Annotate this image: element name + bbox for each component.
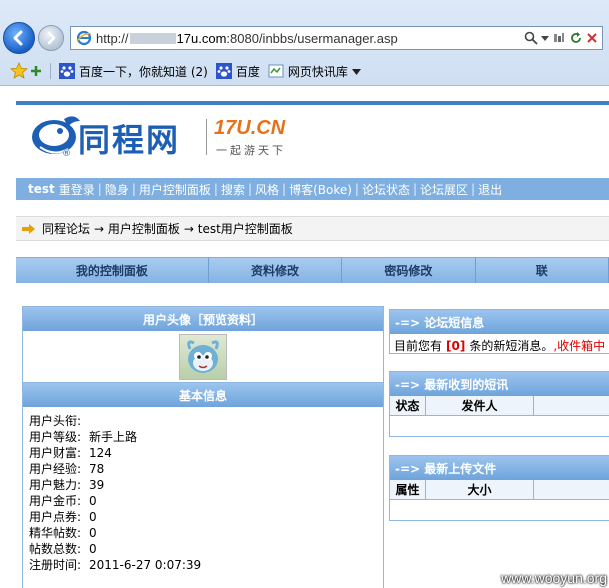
info-row: 用户等级: 新手上路 (29, 430, 138, 444)
address-bar[interactable]: http:// 17u.com:8080/inbbs/usermanager.as… (70, 26, 603, 50)
info-row: 注册时间: 2011-6-27 0:07:39 (29, 558, 202, 572)
uploaded-files-header: 属性 大小 (390, 480, 609, 500)
site-logo-en: 17U.CN (214, 117, 286, 139)
info-row: 用户财富: 124 (29, 446, 112, 460)
baidu-paw-icon (215, 63, 232, 79)
url-prefix: http:// (96, 30, 129, 46)
info-row: 用户金币: 0 (29, 494, 97, 508)
info-row: 用户魅力: 39 (29, 478, 105, 492)
menu-invisible[interactable]: 隐身 (105, 181, 129, 198)
site-slogan: 一起游天下 (216, 144, 286, 157)
avatar-container (23, 331, 383, 383)
control-panel-tabs: 我的控制面板 资料修改 密码修改 联 (16, 257, 609, 283)
breadcrumb-arrow-icon (22, 223, 35, 234)
baidu-paw-icon (59, 63, 75, 79)
sms-count: [0] (446, 339, 466, 353)
received-sms-title: -=> 最新收到的短讯 (390, 372, 609, 396)
col-attribute: 属性 (390, 480, 426, 499)
breadcrumb-forum[interactable]: 同程论坛 (42, 220, 90, 237)
avatar-panel-title[interactable]: 用户头像［预览资料］ (23, 307, 383, 331)
menu-control-panel[interactable]: 用户控制面板 (139, 181, 211, 198)
info-row: 精华帖数: 0 (29, 526, 97, 540)
info-row: 用户经验: 78 (29, 462, 105, 476)
menu-username: test (28, 182, 55, 196)
url-path: :8080/inbbs/usermanager.asp (226, 30, 398, 46)
favorite-label: 网页快讯库 (287, 64, 348, 79)
user-info-panel: 用户头像［预览资料］ 基本信息 用户头衔: 用户等级: 新手上路 用户财富: 124… (22, 306, 384, 588)
tab-edit-profile[interactable]: 资料修改 (208, 258, 343, 283)
url-host: 17u.com (176, 30, 227, 46)
site-logo-icon[interactable] (30, 111, 82, 157)
site-logo-cn: 同程网 (78, 121, 181, 159)
menu-blog[interactable]: 博客(Boke) (289, 181, 352, 198)
forum-sms-title: -=> 论坛短信息 (390, 310, 609, 334)
url-redacted (129, 32, 176, 44)
stop-icon[interactable] (586, 32, 598, 44)
col-sender: 发件人 (426, 396, 534, 415)
logo-divider (206, 119, 207, 155)
menu-forum-gallery[interactable]: 论坛展区 (420, 181, 468, 198)
chevron-down-icon[interactable] (351, 67, 361, 76)
received-sms-panel: -=> 最新收到的短讯 状态 发件人 (389, 371, 609, 437)
trademark: ® (62, 149, 71, 159)
basic-info-list: 用户头衔: 用户等级: 新手上路 用户财富: 124 用户经验: 78 用户魅力: 39… (23, 407, 383, 573)
menu-search[interactable]: 搜索 (221, 181, 245, 198)
basic-info-title: 基本信息 (23, 383, 383, 407)
favorite-web-slice-gallery[interactable]: 网页快讯库 (268, 63, 365, 80)
site-header: 同程网 ® 17U.CN 一起游天下 (16, 105, 609, 177)
avatar-cartoon-icon (187, 339, 219, 373)
arrow-left-icon (13, 30, 23, 46)
menu-forum-status[interactable]: 论坛状态 (362, 181, 410, 198)
favorite-label: 百度一下，你就知道 (2) (79, 64, 208, 79)
add-favorite-icon[interactable] (30, 65, 42, 77)
favorites-star-icon[interactable] (10, 62, 28, 80)
url-text: http:// 17u.com:8080/inbbs/usermanager.as… (96, 31, 398, 46)
info-row: 用户头衔: (29, 414, 82, 428)
received-sms-header: 状态 发件人 (390, 396, 609, 416)
ie-page-icon (76, 30, 92, 46)
favorite-baidu-search[interactable]: 百度一下，你就知道 (2) (59, 63, 208, 80)
favorite-label: 百度 (235, 64, 260, 79)
favorite-baidu[interactable]: 百度 (215, 63, 260, 80)
avatar (179, 333, 227, 380)
tab-change-password[interactable]: 密码修改 (342, 258, 476, 283)
col-status: 状态 (390, 396, 426, 415)
info-row: 帖数总数: 0 (29, 542, 97, 556)
watermark: www.wooyun.org (501, 570, 607, 586)
browser-chrome: http:// 17u.com:8080/inbbs/usermanager.as… (0, 0, 609, 86)
back-button[interactable] (3, 22, 35, 54)
forum-sms-panel: -=> 论坛短信息 目前您有 [0] 条的新短消息。,收件箱中 (389, 309, 609, 354)
sms-status: 目前您有 [0] 条的新短消息。,收件箱中 (394, 339, 606, 353)
menu-logout[interactable]: 退出 (478, 181, 502, 198)
uploaded-files-panel: -=> 最新上传文件 属性 大小 (389, 455, 609, 521)
search-icon[interactable] (524, 31, 538, 45)
menu-style[interactable]: 风格 (255, 181, 279, 198)
breadcrumb-control-panel[interactable]: → 用户控制面板 (94, 220, 180, 237)
tab-my-control-panel[interactable]: 我的控制面板 (16, 258, 209, 283)
dropdown-icon[interactable] (541, 34, 549, 42)
web-page: 同程网 ® 17U.CN 一起游天下 test 重登录 | 隐身 | 用户控制面板 |… (0, 87, 609, 588)
arrow-right-icon (47, 31, 56, 45)
favorites-bar: 百度一下，你就知道 (2) 百度 网页快讯库 (0, 58, 609, 84)
favorites-separator (50, 63, 51, 79)
compatibility-icon[interactable] (552, 31, 566, 45)
menu-relogin[interactable]: 重登录 (59, 181, 95, 198)
uploaded-files-title: -=> 最新上传文件 (390, 456, 609, 480)
breadcrumb: 同程论坛 → 用户控制面板 → test用户控制面板 (16, 216, 609, 241)
tab-contacts[interactable]: 联 (475, 258, 609, 283)
refresh-icon[interactable] (569, 31, 583, 45)
forum-menu-bar: test 重登录 | 隐身 | 用户控制面板 | 搜索 | 风格 | 博客(Boke) | … (16, 178, 609, 200)
web-slice-icon (268, 64, 284, 78)
inbox-link[interactable]: ,收件箱中 (553, 339, 605, 353)
info-row: 用户点券: 0 (29, 510, 97, 524)
breadcrumb-current: → test用户控制面板 (183, 222, 293, 236)
forward-button[interactable] (38, 25, 64, 51)
col-size: 大小 (426, 480, 534, 499)
